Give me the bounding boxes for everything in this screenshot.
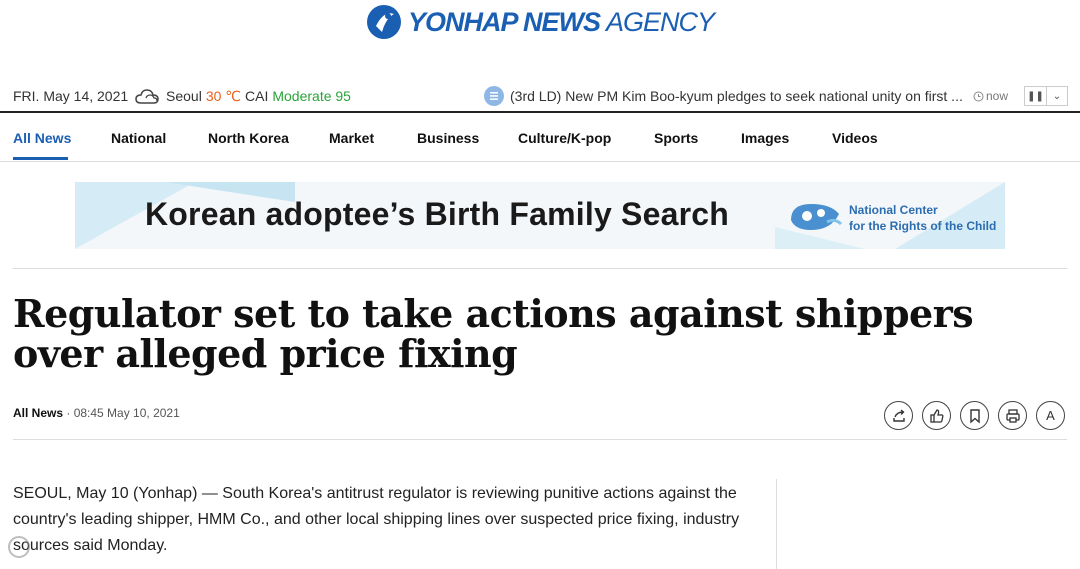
breaking-news-ticker[interactable]: (3rd LD) New PM Kim Boo-kyum pledges to … <box>484 86 964 106</box>
weather-widget[interactable]: Seoul 30 ℃ CAI Moderate 95 <box>134 86 351 106</box>
watermark-icon <box>8 536 30 558</box>
cai-label: CAI <box>245 88 269 104</box>
ad-banner[interactable]: Korean adoptee’s Birth Family Search Nat… <box>75 182 1005 249</box>
child-rights-logo-icon <box>791 204 843 230</box>
cai-value: Moderate 95 <box>272 88 351 104</box>
ticker-time-label: now <box>986 89 1009 103</box>
logo-text-light: AGENCY <box>605 6 715 37</box>
logo-text: YONHAP NEWS AGENCY <box>407 6 715 38</box>
news-list-icon <box>484 86 504 106</box>
nav-item-north-korea[interactable]: North Korea <box>208 130 289 146</box>
site-logo[interactable]: YONHAP NEWS AGENCY <box>0 0 1080 44</box>
banner-org-line1: National Center <box>849 203 938 217</box>
article-timestamp: · 08:45 May 10, 2021 <box>66 406 180 420</box>
nav-item-videos[interactable]: Videos <box>832 130 878 146</box>
meta-divider <box>13 439 1067 440</box>
article-body: SEOUL, May 10 (Yonhap) — South Korea's a… <box>13 485 740 554</box>
main-nav: All News National North Korea Market Bus… <box>0 113 1080 161</box>
sidebar-divider <box>776 479 777 569</box>
banner-divider <box>13 268 1067 269</box>
ticker-headline[interactable]: (3rd LD) New PM Kim Boo-kyum pledges to … <box>510 88 963 104</box>
current-date: FRI. May 14, 2021 <box>13 88 129 104</box>
clock-icon <box>973 91 984 101</box>
font-size-icon[interactable]: A <box>1036 401 1065 430</box>
watermark <box>8 536 30 558</box>
ticker-controls: ❚❚ ⌄ <box>1024 86 1068 106</box>
banner-organization: National Center for the Rights of the Ch… <box>849 202 996 234</box>
nav-item-national[interactable]: National <box>111 130 166 146</box>
ticker-time: now <box>973 89 1008 103</box>
nav-item-culture-kpop[interactable]: Culture/K-pop <box>518 130 611 146</box>
article-category[interactable]: All News <box>13 406 63 420</box>
yonhap-logo-icon <box>366 5 401 39</box>
cloudy-icon <box>135 89 159 104</box>
weather-temperature: 30 ℃ <box>205 87 241 104</box>
nav-item-market[interactable]: Market <box>329 130 374 146</box>
like-icon[interactable] <box>922 401 951 430</box>
chevron-down-icon[interactable]: ⌄ <box>1046 87 1067 105</box>
info-bar: FRI. May 14, 2021 Seoul 30 ℃ CAI Moderat… <box>0 80 1080 112</box>
logo-text-bold: YONHAP NEWS <box>407 6 601 37</box>
banner-title: Korean adoptee’s Birth Family Search <box>145 196 729 232</box>
print-icon[interactable] <box>998 401 1027 430</box>
nav-item-sports[interactable]: Sports <box>654 130 698 146</box>
nav-item-all-news[interactable]: All News <box>13 130 71 146</box>
pause-icon[interactable]: ❚❚ <box>1025 87 1046 105</box>
article-title: Regulator set to take actions against sh… <box>13 291 974 376</box>
article-meta: All News · 08:45 May 10, 2021 <box>13 406 180 420</box>
share-icon[interactable] <box>884 401 913 430</box>
nav-item-images[interactable]: Images <box>741 130 789 146</box>
nav-active-indicator <box>13 157 68 160</box>
bookmark-icon[interactable] <box>960 401 989 430</box>
banner-org-line2: for the Rights of the Child <box>849 219 997 233</box>
nav-divider <box>0 161 1080 162</box>
nav-item-business[interactable]: Business <box>417 130 479 146</box>
weather-city: Seoul <box>166 88 202 104</box>
article-tools: A <box>884 401 1065 430</box>
